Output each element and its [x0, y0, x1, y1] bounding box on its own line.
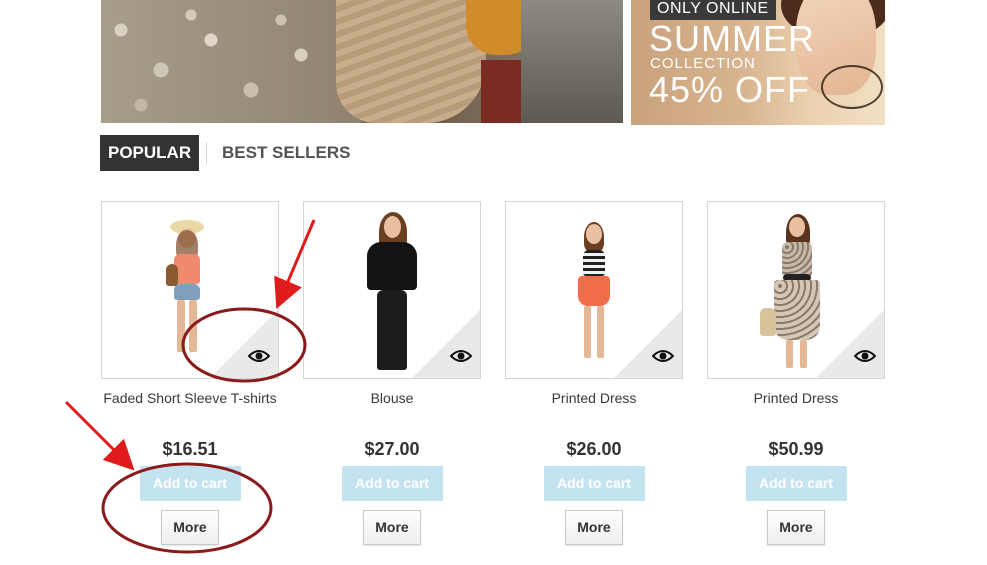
more-button[interactable]: More	[767, 510, 825, 545]
product-image[interactable]	[505, 201, 683, 379]
more-button[interactable]: More	[363, 510, 421, 545]
eye-icon[interactable]	[854, 348, 876, 364]
banner-knit	[521, 0, 623, 123]
add-to-cart-button[interactable]: Add to cart	[139, 466, 241, 501]
banner-sunglasses	[821, 65, 883, 109]
product-card: Faded Short Sleeve T-shirts $16.51 Add t…	[101, 201, 279, 545]
discount-text: 45% OFF	[649, 69, 811, 110]
summer-headline: SUMMER	[649, 18, 815, 59]
product-name[interactable]: Faded Short Sleeve T-shirts	[101, 389, 279, 427]
summer-sale-banner[interactable]: ONLY ONLINE SUMMER COLLECTION 45% OFF	[631, 0, 885, 125]
tab-best-sellers[interactable]: BEST SELLERS	[222, 143, 350, 163]
tab-divider	[206, 142, 207, 164]
only-online-tag: ONLY ONLINE	[650, 0, 776, 20]
product-tabs: POPULAR BEST SELLERS	[100, 135, 350, 171]
quick-view-corner	[210, 310, 278, 378]
eye-icon[interactable]	[248, 348, 270, 364]
main-banner-image[interactable]	[101, 0, 623, 123]
product-price: $26.00	[566, 439, 622, 459]
tab-popular[interactable]: POPULAR	[100, 135, 199, 171]
add-to-cart-button[interactable]: Add to cart	[543, 466, 645, 501]
product-image[interactable]	[707, 201, 885, 379]
product-card: Printed Dress $50.99 Add to cart More	[707, 201, 885, 545]
quick-view-corner	[614, 310, 682, 378]
add-to-cart-button[interactable]: Add to cart	[341, 466, 443, 501]
product-price: $50.99	[768, 439, 824, 459]
product-card: Printed Dress $26.00 Add to cart More	[505, 201, 683, 545]
eye-icon[interactable]	[652, 348, 674, 364]
eye-icon[interactable]	[450, 348, 472, 364]
more-button[interactable]: More	[565, 510, 623, 545]
product-name[interactable]: Blouse	[303, 389, 481, 427]
add-to-cart-button[interactable]: Add to cart	[745, 466, 847, 501]
product-image[interactable]	[303, 201, 481, 379]
banner-flowers	[101, 0, 361, 123]
product-card: Blouse $27.00 Add to cart More	[303, 201, 481, 545]
more-button[interactable]: More	[161, 510, 219, 545]
product-name[interactable]: Printed Dress	[505, 389, 683, 427]
banner-scarf	[336, 0, 486, 123]
product-name[interactable]: Printed Dress	[707, 389, 885, 427]
product-price: $27.00	[364, 439, 420, 459]
product-price: $16.51	[162, 439, 218, 459]
product-image[interactable]	[101, 201, 279, 379]
quick-view-corner	[412, 310, 480, 378]
quick-view-corner	[816, 310, 884, 378]
